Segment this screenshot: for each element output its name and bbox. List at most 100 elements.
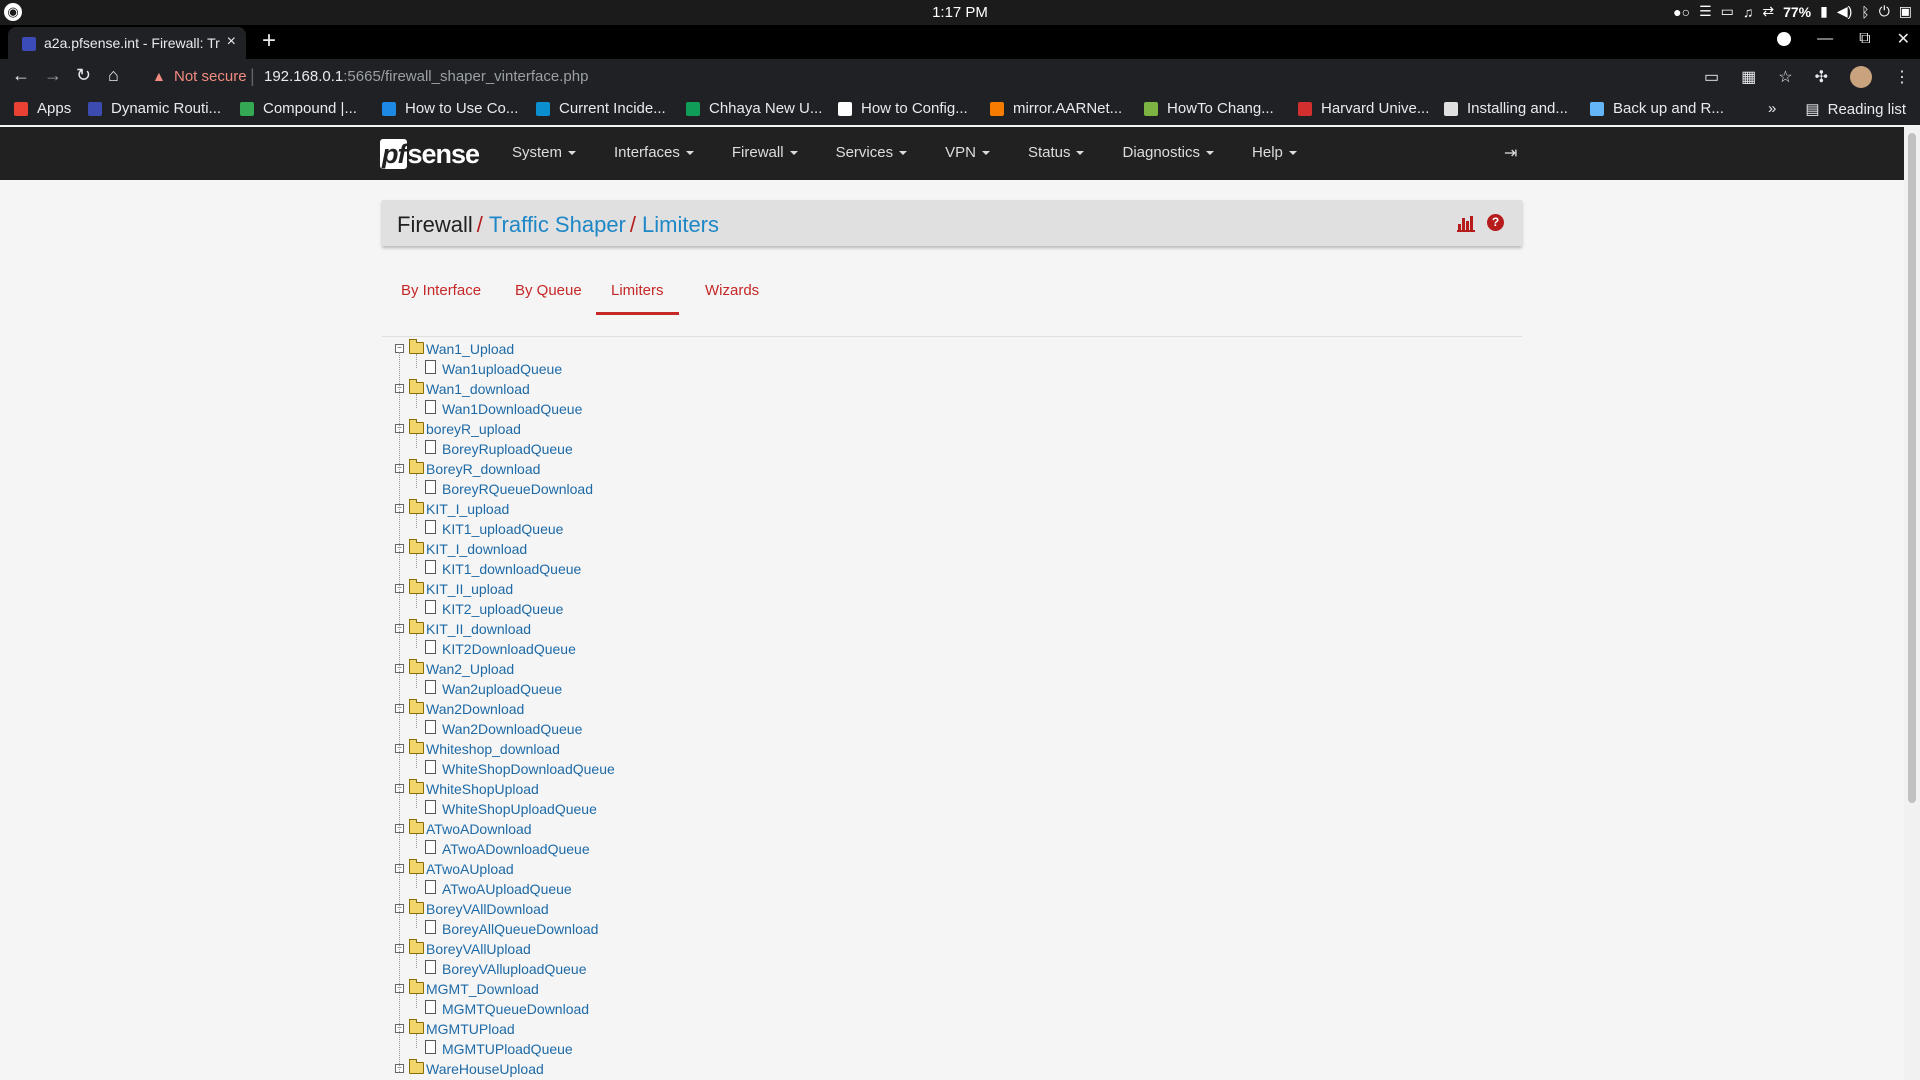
limiter-link[interactable]: WhiteShopUpload — [426, 780, 539, 798]
limiter-link[interactable]: Wan2_Upload — [426, 660, 514, 678]
network-icon[interactable]: ⇄ — [1762, 3, 1774, 20]
menu-services[interactable]: Services — [836, 144, 908, 161]
browser-tab[interactable]: a2a.pfsense.int - Firewall: Traffic Shap… — [8, 27, 246, 59]
bookmark-item[interactable]: Back up and R... — [1590, 100, 1724, 117]
limiter-link[interactable]: BoreyR_download — [426, 460, 540, 478]
limiter-link[interactable]: KIT_II_upload — [426, 580, 513, 598]
queue-link[interactable]: BoreyRQueueDownload — [442, 480, 593, 498]
power-icon[interactable]: ⏻ — [1879, 3, 1890, 20]
menu-vpn[interactable]: VPN — [945, 144, 990, 161]
queue-link[interactable]: KIT1_downloadQueue — [442, 560, 581, 578]
bookmark-item[interactable]: HowTo Chang... — [1144, 100, 1274, 117]
queue-link[interactable]: ATwoADownloadQueue — [442, 840, 590, 858]
tab-limiters[interactable]: Limiters — [596, 282, 679, 315]
menu-help[interactable]: Help — [1252, 144, 1297, 161]
menu-system[interactable]: System — [512, 144, 577, 161]
menu-icon[interactable]: ☰ — [1699, 3, 1712, 20]
address-bar[interactable]: ▲ Not secure | 192.168.0.1:5665/firewall… — [140, 63, 1720, 91]
close-window-button[interactable]: ✕ — [1897, 29, 1910, 49]
tab-by-interface[interactable]: By Interface — [401, 282, 481, 299]
queue-link[interactable]: BoreyRuploadQueue — [442, 440, 573, 458]
restore-button[interactable]: ⧉ — [1859, 30, 1870, 48]
limiter-link[interactable]: WareHouseUpload — [426, 1060, 544, 1078]
queue-link[interactable]: BoreyAllQueueDownload — [442, 920, 598, 938]
limiter-link[interactable]: KIT_II_download — [426, 620, 531, 638]
bookmark-item[interactable]: Dynamic Routi... — [88, 100, 221, 117]
warning-icon[interactable]: ▲ — [152, 68, 166, 84]
qr-icon[interactable]: ▦ — [1741, 67, 1756, 87]
security-label[interactable]: Not secure — [174, 68, 247, 85]
pfsense-logo[interactable]: pfsense — [380, 139, 480, 170]
menu-interfaces[interactable]: Interfaces — [614, 144, 694, 161]
bookmark-item[interactable]: How to Config... — [838, 100, 968, 117]
limiter-link[interactable]: Whiteshop_download — [426, 740, 560, 758]
scrollbar-thumb[interactable] — [1908, 133, 1916, 803]
limiter-link[interactable]: BoreyVAllDownload — [426, 900, 549, 918]
files-icon[interactable]: ▭ — [1721, 3, 1734, 20]
menu-firewall[interactable]: Firewall — [732, 144, 798, 161]
reading-list-button[interactable]: ▤ Reading list — [1805, 100, 1906, 119]
menu-status[interactable]: Status — [1028, 144, 1085, 161]
close-tab-icon[interactable]: × — [227, 33, 236, 51]
logout-icon[interactable]: ⇥ — [1504, 143, 1517, 163]
bookmark-item[interactable]: Apps — [14, 100, 71, 117]
page-scrollbar[interactable] — [1904, 127, 1920, 1080]
queue-link[interactable]: Wan1DownloadQueue — [442, 400, 582, 418]
queue-link[interactable]: KIT2DownloadQueue — [442, 640, 576, 658]
bell-icon[interactable]: ♫ — [1743, 4, 1754, 20]
home-button[interactable]: ⌂ — [108, 65, 119, 86]
battery-icon[interactable]: ▮ — [1820, 3, 1828, 20]
forward-button[interactable]: → — [44, 65, 62, 86]
queue-link[interactable]: MGMTUPloadQueue — [442, 1040, 573, 1058]
bookmark-item[interactable]: Installing and... — [1444, 100, 1568, 117]
help-icon[interactable]: ? — [1487, 214, 1504, 231]
bookmark-item[interactable]: mirror.AARNet... — [990, 100, 1122, 117]
url-text[interactable]: 192.168.0.1:5665/firewall_shaper_vinterf… — [264, 68, 588, 85]
bookmark-star-icon[interactable]: ☆ — [1778, 67, 1792, 87]
limiter-link[interactable]: ATwoAUpload — [426, 860, 514, 878]
queue-link[interactable]: Wan2DownloadQueue — [442, 720, 582, 738]
queue-link[interactable]: KIT1_uploadQueue — [442, 520, 563, 538]
queue-link[interactable]: WhiteShopUploadQueue — [442, 800, 597, 818]
tab-wizards[interactable]: Wizards — [705, 282, 759, 299]
bookmark-item[interactable]: Harvard Unive... — [1298, 100, 1429, 117]
queue-link[interactable]: Wan2uploadQueue — [442, 680, 562, 698]
breadcrumb-traffic-shaper[interactable]: Traffic Shaper — [489, 212, 626, 237]
queue-link[interactable]: BoreyVAlluploadQueue — [442, 960, 587, 978]
reload-button[interactable]: ↻ — [76, 65, 91, 86]
browser-menu-icon[interactable]: ⋮ — [1894, 67, 1910, 87]
queue-link[interactable]: MGMTQueueDownload — [442, 1000, 589, 1018]
profile-avatar[interactable] — [1850, 66, 1872, 88]
extensions-icon[interactable]: ✣ — [1815, 67, 1828, 87]
bluetooth-icon[interactable]: ᛒ — [1861, 4, 1869, 20]
queue-link[interactable]: WhiteShopDownloadQueue — [442, 760, 615, 778]
limiter-link[interactable]: Wan1_Upload — [426, 340, 514, 358]
profile-dot-icon[interactable] — [1777, 32, 1792, 46]
limiter-link[interactable]: Wan2Download — [426, 700, 524, 718]
limiter-link[interactable]: BoreyVAllUpload — [426, 940, 531, 958]
limiter-link[interactable]: ATwoADownload — [426, 820, 532, 838]
limiter-link[interactable]: boreyR_upload — [426, 420, 521, 438]
more-bookmarks-icon[interactable]: » — [1768, 100, 1776, 117]
bookmark-item[interactable]: How to Use Co... — [382, 100, 518, 117]
bookmark-item[interactable]: Compound |... — [240, 100, 357, 117]
os-clock[interactable]: 1:17 PM — [0, 4, 1920, 21]
workspace-indicator-icon[interactable]: ●○ — [1673, 4, 1690, 20]
bookmark-item[interactable]: Chhaya New U... — [686, 100, 822, 117]
cast-icon[interactable]: ▭ — [1704, 67, 1719, 87]
limiter-link[interactable]: Wan1_download — [426, 380, 530, 398]
limiter-link[interactable]: KIT_I_download — [426, 540, 527, 558]
limiter-link[interactable]: MGMTUPload — [426, 1020, 515, 1038]
queue-link[interactable]: Wan1uploadQueue — [442, 360, 562, 378]
breadcrumb-limiters[interactable]: Limiters — [642, 212, 719, 237]
status-chart-icon[interactable] — [1457, 214, 1475, 232]
tab-by-queue[interactable]: By Queue — [515, 282, 582, 299]
notes-icon[interactable]: ▣ — [1899, 3, 1912, 20]
queue-link[interactable]: ATwoAUploadQueue — [442, 880, 572, 898]
volume-icon[interactable]: ◀) — [1837, 3, 1852, 20]
queue-link[interactable]: KIT2_uploadQueue — [442, 600, 563, 618]
back-button[interactable]: ← — [12, 65, 30, 86]
menu-diagnostics[interactable]: Diagnostics — [1122, 144, 1215, 161]
bookmark-item[interactable]: Current Incide... — [536, 100, 666, 117]
new-tab-button[interactable]: + — [262, 27, 276, 55]
